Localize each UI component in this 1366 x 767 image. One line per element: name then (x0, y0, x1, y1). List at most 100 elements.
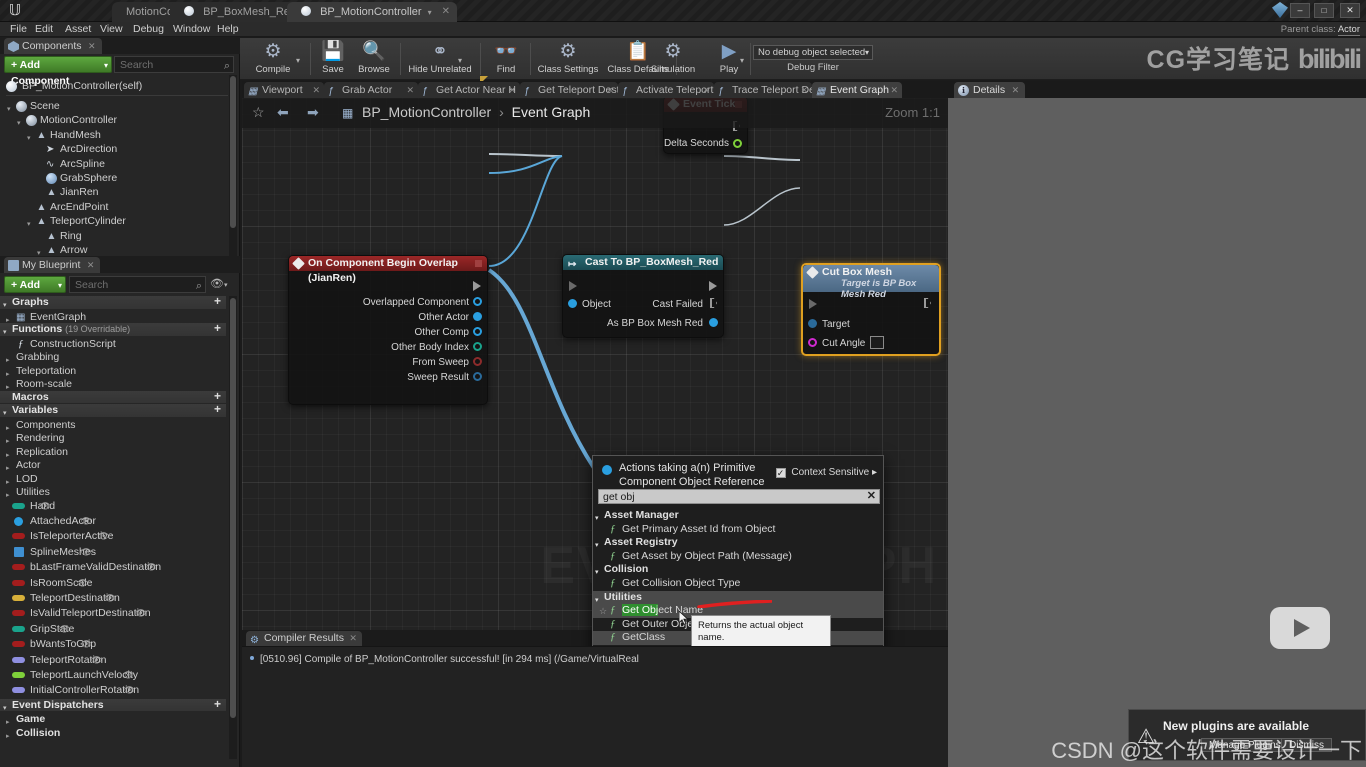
add-icon[interactable]: + (214, 403, 221, 416)
component-item-arcspline[interactable]: ∿ ArcSpline (0, 157, 105, 171)
compiler-results-panel[interactable]: [0510.96] Compile of BP_MotionController… (242, 646, 948, 767)
pin-connector[interactable] (709, 318, 718, 327)
exec-cast-failed-pin[interactable] (710, 298, 717, 308)
arrow-right-icon[interactable]: ➡ (307, 104, 319, 121)
tab-components[interactable]: Components ✕ (4, 38, 102, 54)
clear-icon[interactable]: ✕ (867, 489, 876, 503)
close-icon[interactable]: ✕ (312, 82, 320, 98)
eye-icon[interactable]: 👁 (96, 531, 109, 541)
menu-edit[interactable]: Edit (30, 23, 58, 36)
mb-item-replication[interactable]: ▸ Replication (4, 445, 68, 459)
compile-button[interactable]: ⚙ Compile (250, 40, 296, 78)
pin-connector[interactable] (473, 372, 482, 381)
eye-icon[interactable]: 👁 (57, 624, 70, 634)
hide-unrelated-button[interactable]: ⚭ Hide Unrelated (404, 40, 476, 78)
components-search-input[interactable]: Search ⌕ (114, 56, 234, 73)
mb-item-lod[interactable]: ▸ LOD (4, 472, 38, 486)
menu-help[interactable]: Help (212, 23, 244, 36)
pin-connector[interactable] (733, 139, 742, 148)
variable-initialcontrollerrotation[interactable]: InitialControllerRotation 👁 (4, 683, 139, 697)
pin-other-comp[interactable]: Other Comp (415, 327, 469, 338)
close-icon[interactable]: ✕ (349, 631, 357, 646)
action-item-get-collision-object-type[interactable]: ƒ Get Collision Object Type (593, 577, 883, 591)
save-button[interactable]: 💾 Save (314, 40, 352, 78)
variable-attachedactor[interactable]: AttachedActor 👁 (4, 514, 96, 528)
pin-connector[interactable] (473, 297, 482, 306)
star-icon[interactable]: ☆ (599, 605, 607, 618)
mb-item-utilities[interactable]: ▸ Utilities (4, 485, 50, 499)
pin-connector[interactable] (473, 327, 482, 336)
variable-isteleporteractive[interactable]: IsTeleporterActive 👁 (4, 529, 113, 543)
eye-visible-icon[interactable]: 👁 (38, 501, 51, 511)
dispatcher-collision[interactable]: ▸ Collision (4, 726, 60, 740)
variable-isroomscale[interactable]: IsRoomScale 👁 (4, 576, 92, 590)
mb-item-actor[interactable]: ▸ Actor (4, 458, 41, 472)
eye-icon[interactable]: 👁 (134, 608, 146, 618)
close-icon[interactable]: ✕ (87, 257, 95, 273)
graph-tab-get-teleport-dest[interactable]: ƒ Get Teleport Dest ✕ (520, 82, 620, 98)
add-icon[interactable]: + (214, 389, 221, 403)
play-options-caret-icon[interactable]: ▾ (740, 56, 744, 65)
pin-other-body-index[interactable]: Other Body Index (391, 342, 469, 353)
component-item-teleportcylinder[interactable]: ▾ ▲ TeleportCylinder (0, 214, 126, 228)
close-icon[interactable]: ✕ (1012, 82, 1020, 98)
menu-debug[interactable]: Debug (128, 23, 169, 36)
eye-icon[interactable]: 👁 (79, 516, 92, 526)
section-variables[interactable]: ▾ Variables + (0, 403, 226, 418)
pin-object[interactable]: Object (582, 299, 611, 310)
action-menu-search-input[interactable]: get obj ✕ (598, 489, 880, 504)
star-icon[interactable]: ☆ (252, 104, 265, 121)
eye-icon[interactable]: 👁 (144, 562, 157, 572)
mb-item-grabbing[interactable]: ▸ Grabbing (4, 350, 59, 364)
action-item-get-asset-by-object-path-message-[interactable]: ƒ Get Asset by Object Path (Message) (593, 550, 883, 564)
menu-window[interactable]: Window (168, 23, 215, 36)
tab-details[interactable]: ℹ Details ✕ (954, 82, 1026, 98)
section-event-dispatchers[interactable]: ▾ Event Dispatchers + (0, 697, 226, 713)
context-sensitive-toggle[interactable]: ✓ Context Sensitive ▸ (775, 467, 877, 478)
graph-tab-activate-teleport[interactable]: ƒ Activate Teleport ✕ (618, 82, 714, 98)
component-item-arcendpoint[interactable]: ▲ ArcEndPoint (0, 200, 109, 214)
component-item-scene[interactable]: ▾ Scene (0, 99, 60, 113)
simulation-button[interactable]: ⚙ Simulation (642, 40, 704, 78)
close-icon[interactable]: ✕ (890, 82, 898, 98)
component-item-motioncontroller[interactable]: ▾ MotionController (0, 113, 117, 127)
node-cut-box-mesh[interactable]: Cut Box Mesh Target is BP Box Mesh Red T… (801, 263, 941, 356)
section-macros[interactable]: Macros + (0, 389, 226, 404)
pin-connector[interactable] (808, 319, 817, 328)
pin-connector[interactable] (473, 342, 482, 351)
action-category-asset-manager[interactable]: ▾ Asset Manager (593, 509, 883, 523)
variable-teleportlaunchvelocity[interactable]: TeleportLaunchVelocity 👁 (4, 668, 138, 682)
close-icon[interactable]: ✕ (406, 82, 414, 98)
tab-compiler-results[interactable]: ⚙ Compiler Results ✕ (246, 631, 362, 646)
variable-isvalidteleportdestination[interactable]: IsValidTeleportDestination 👁 (4, 606, 151, 620)
menu-file[interactable]: File (5, 23, 32, 36)
pin-connector[interactable] (568, 299, 577, 308)
close-icon[interactable]: ✕ (442, 2, 450, 22)
variable-teleportdestination[interactable]: TeleportDestination 👁 (4, 591, 120, 605)
variable-blastframevaliddestination[interactable]: bLastFrameValidDestination 👁 (4, 560, 161, 574)
dispatcher-game[interactable]: ▸ Game (4, 712, 45, 726)
pin-as-bp-box-mesh-red[interactable]: As BP Box Mesh Red (607, 318, 703, 329)
eye-icon[interactable]: 👁 (103, 593, 115, 603)
pin-target[interactable]: Target (822, 319, 850, 330)
action-item-get-primary-asset-id-from-object[interactable]: ƒ Get Primary Asset Id from Object (593, 523, 883, 537)
eye-icon[interactable]: 👁 (122, 685, 135, 695)
eye-icon[interactable]: 👁 (75, 578, 88, 588)
add-icon[interactable]: + (214, 697, 221, 711)
graph-tab-get-actor-near-h[interactable]: ƒ Get Actor Near H ✕ (418, 82, 520, 98)
eye-icon[interactable]: 👁 (79, 639, 92, 649)
component-item-grabsphere[interactable]: GrabSphere (0, 171, 117, 185)
pin-connector[interactable] (473, 312, 482, 321)
class-settings-button[interactable]: ⚙ Class Settings (534, 40, 602, 78)
action-category-asset-registry[interactable]: ▾ Asset Registry (593, 536, 883, 550)
mb-item-eventgraph[interactable]: ▸ ▦ EventGraph (4, 310, 86, 324)
source-control-icon[interactable] (1272, 2, 1288, 18)
mb-item-constructionscript[interactable]: ƒ ConstructionScript (4, 337, 116, 351)
arrow-left-icon[interactable]: ⬅ (277, 104, 289, 121)
details-panel[interactable] (948, 98, 1366, 767)
variable-teleportrotation[interactable]: TeleportRotation 👁 (4, 653, 106, 667)
pin-connector[interactable] (473, 357, 482, 366)
graph-tab-trace-teleport-de[interactable]: ƒ Trace Teleport De ✕ (714, 82, 815, 98)
component-item-arcdirection[interactable]: ➤ ArcDirection (0, 142, 117, 156)
pin-cut-angle[interactable]: Cut Angle (822, 338, 865, 349)
